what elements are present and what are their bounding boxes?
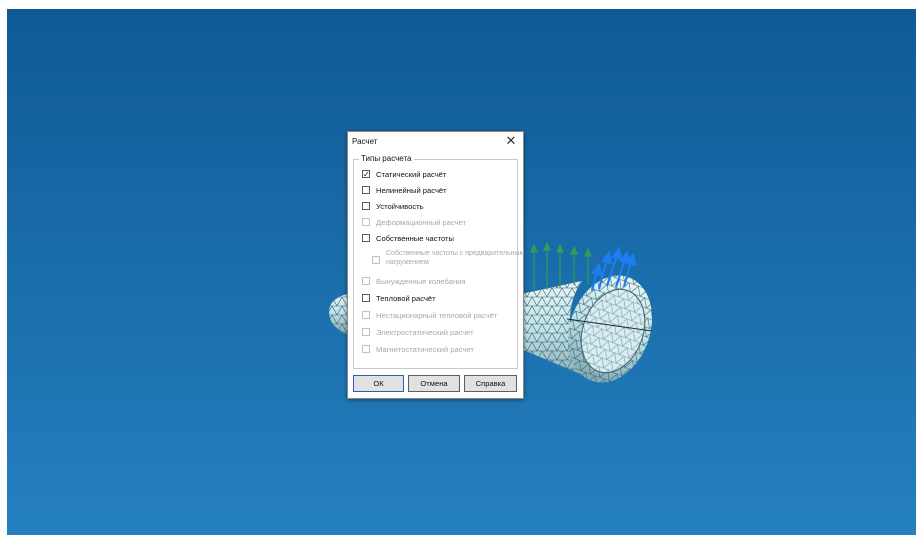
group-label: Типы расчета (359, 154, 414, 163)
checkbox-electrostatic (362, 328, 370, 336)
calculation-types-group: Типы расчета ✓ Статический расчёт Нелине… (353, 154, 524, 369)
constraint-arrows (530, 241, 592, 292)
option-eigenfrequencies-label: Собственные частоты (376, 234, 454, 243)
pipe-left-part (329, 289, 349, 335)
option-stability-label: Устойчивость (376, 202, 424, 211)
checkbox-eigenfrequencies[interactable] (362, 234, 370, 242)
option-thermal-label: Тепловой расчёт (376, 294, 436, 303)
option-forced-vibrations-label: Вынужденные колебания (376, 277, 466, 286)
option-eigenfrequencies-preload-label: Собственные частоты с предварительным на… (386, 250, 525, 266)
option-static-label: Статический расчёт (376, 170, 447, 179)
checkbox-deformation (362, 218, 370, 226)
ok-button[interactable]: ОК (353, 375, 404, 392)
option-electrostatic-label: Электростатический расчет (376, 328, 474, 337)
checkbox-eigenfrequencies-preload (372, 256, 380, 264)
cancel-button[interactable]: Отмена (408, 375, 460, 392)
dialog-titlebar[interactable]: Расчет ✕ (348, 132, 523, 152)
checkbox-transient-thermal (362, 311, 370, 319)
option-magnetostatic-label: Магнитостатический расчет (376, 345, 474, 354)
help-button[interactable]: Справка (464, 375, 517, 392)
checkbox-thermal[interactable] (362, 294, 370, 302)
checkbox-nonlinear[interactable] (362, 186, 370, 194)
checkbox-stability[interactable] (362, 202, 370, 210)
checkbox-magnetostatic (362, 345, 370, 353)
checkbox-static[interactable]: ✓ (362, 170, 370, 179)
calculation-dialog: Расчет ✕ Типы расчета ✓ Статический расч… (347, 131, 524, 399)
dialog-title: Расчет (352, 137, 378, 146)
option-deformation-label: Деформационный расчет (376, 218, 467, 227)
option-nonlinear-label: Нелинейный расчёт (376, 186, 447, 195)
option-transient-thermal-label: Нестационарный тепловой расчёт (376, 311, 498, 320)
checkbox-forced-vibrations (362, 277, 370, 285)
3d-viewport[interactable]: Расчет ✕ Типы расчета ✓ Статический расч… (7, 9, 916, 535)
close-icon[interactable]: ✕ (503, 133, 519, 149)
